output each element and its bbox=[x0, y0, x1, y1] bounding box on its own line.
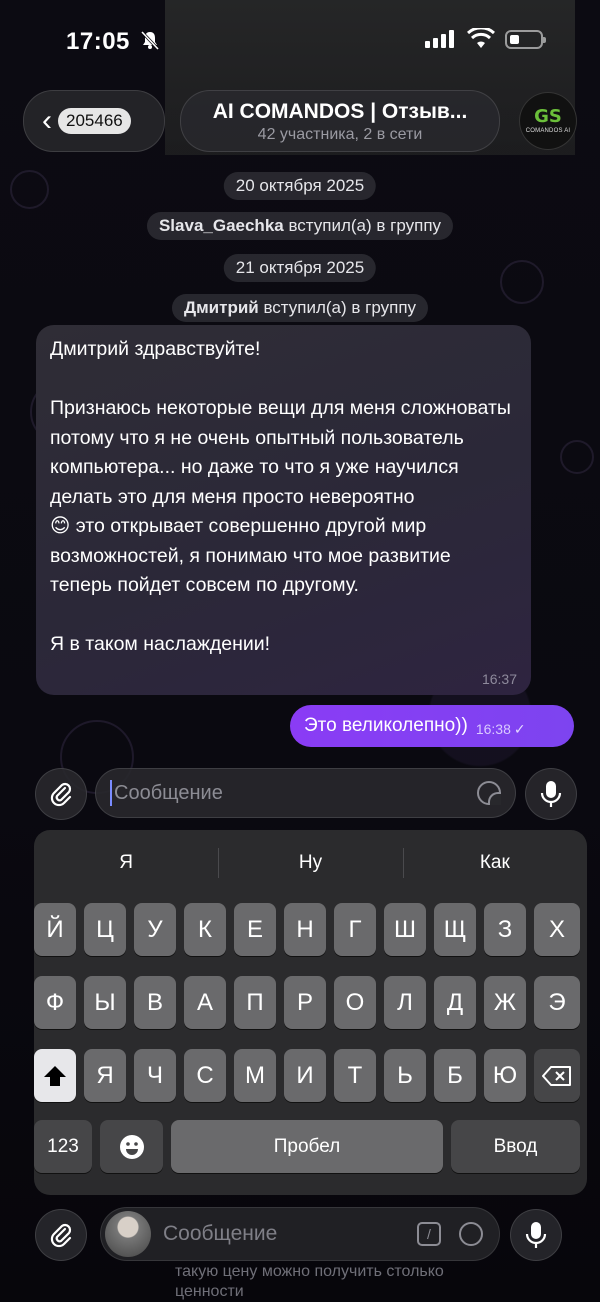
group-avatar[interactable]: GS COMANDOS AI bbox=[519, 92, 577, 150]
background-message-input: Сообщение / bbox=[100, 1207, 500, 1261]
key[interactable]: Т bbox=[334, 1049, 376, 1102]
key[interactable]: Ж bbox=[484, 976, 526, 1029]
key[interactable]: З bbox=[484, 903, 526, 956]
incoming-message-text: Дмитрий здравствуйте! Признаюсь некоторы… bbox=[50, 338, 511, 655]
suggestion[interactable]: Как bbox=[402, 830, 587, 896]
key[interactable]: Г bbox=[334, 903, 376, 956]
chat-title: AI COMANDOS | Отзыв... bbox=[212, 100, 468, 123]
date-separator: 21 октября 2025 bbox=[223, 254, 377, 282]
message-time: 16:37 bbox=[481, 671, 517, 687]
key[interactable]: О bbox=[334, 976, 376, 1029]
commands-icon: / bbox=[417, 1222, 441, 1246]
message-time: 16:38 bbox=[475, 721, 511, 737]
sticker-icon[interactable] bbox=[477, 781, 501, 805]
suggestion[interactable]: Ну bbox=[218, 830, 402, 896]
space-key[interactable]: Пробел bbox=[171, 1120, 443, 1173]
emoji-icon bbox=[119, 1134, 144, 1159]
background-placeholder: Сообщение bbox=[163, 1222, 278, 1245]
key[interactable]: Э bbox=[534, 976, 580, 1029]
key[interactable]: Ы bbox=[84, 976, 126, 1029]
key[interactable]: Щ bbox=[434, 903, 476, 956]
message-input[interactable]: Сообщение bbox=[95, 768, 516, 818]
key[interactable]: И bbox=[284, 1049, 326, 1102]
cellular-signal-icon bbox=[425, 30, 454, 48]
status-bar: 17:05 bbox=[0, 0, 600, 80]
key[interactable]: Б bbox=[434, 1049, 476, 1102]
onscreen-keyboard: Я Ну Как Й Ц У К Е Н Г Ш Щ З Х Ф Ы В А П… bbox=[34, 830, 587, 1195]
key[interactable]: С bbox=[184, 1049, 226, 1102]
logo-text: COMANDOS AI bbox=[525, 128, 571, 134]
join-text: вступил(а) в группу bbox=[258, 298, 417, 317]
key[interactable]: Х bbox=[534, 903, 580, 956]
attach-button[interactable] bbox=[35, 768, 87, 820]
key[interactable]: К bbox=[184, 903, 226, 956]
logo-mark: GS bbox=[534, 106, 562, 127]
key[interactable]: Л bbox=[384, 976, 426, 1029]
join-text: вступил(а) в группу bbox=[283, 216, 442, 235]
chevron-left-icon: ‹ bbox=[42, 104, 52, 137]
key[interactable]: У bbox=[134, 903, 176, 956]
silent-bell-icon bbox=[140, 30, 160, 50]
join-notice: Slava_Gaechka вступил(а) в группу bbox=[146, 212, 454, 240]
battery-icon bbox=[505, 30, 546, 49]
key[interactable]: Я bbox=[84, 1049, 126, 1102]
key[interactable]: Ц bbox=[84, 903, 126, 956]
key[interactable]: Ф bbox=[34, 976, 76, 1029]
key[interactable]: Й bbox=[34, 903, 76, 956]
back-button[interactable]: ‹ 205466 bbox=[23, 90, 165, 152]
backspace-icon bbox=[542, 1065, 571, 1086]
paperclip-icon bbox=[50, 1223, 72, 1248]
suggestion-bar: Я Ну Как bbox=[34, 830, 587, 896]
unread-count-badge: 205466 bbox=[58, 108, 131, 134]
shift-key[interactable] bbox=[34, 1049, 76, 1102]
incoming-message-bubble[interactable]: Дмитрий здравствуйте! Признаюсь некоторы… bbox=[36, 325, 531, 695]
key[interactable]: В bbox=[134, 976, 176, 1029]
background-attach-button bbox=[35, 1209, 87, 1261]
emoji-key[interactable] bbox=[100, 1120, 163, 1173]
chat-subtitle: 42 участника, 2 в сети bbox=[257, 126, 423, 143]
join-user-name[interactable]: Slava_Gaechka bbox=[159, 216, 284, 235]
key[interactable]: Д bbox=[434, 976, 476, 1029]
key[interactable]: Е bbox=[234, 903, 276, 956]
key[interactable]: Ш bbox=[384, 903, 426, 956]
chat-header[interactable]: AI COMANDOS | Отзыв... 42 участника, 2 в… bbox=[180, 90, 500, 152]
user-avatar bbox=[105, 1211, 151, 1257]
outgoing-message-text: Это великолепно)) bbox=[304, 715, 468, 736]
background-message-text: такую цену можно получить столько ценнос… bbox=[175, 1262, 444, 1302]
key[interactable]: Р bbox=[284, 976, 326, 1029]
read-check-icon: ✓ bbox=[513, 720, 526, 737]
shift-arrow-icon bbox=[44, 1065, 66, 1086]
key[interactable]: А bbox=[184, 976, 226, 1029]
microphone-icon bbox=[525, 1222, 547, 1248]
key[interactable]: М bbox=[234, 1049, 276, 1102]
microphone-icon bbox=[540, 781, 562, 807]
key[interactable]: Ю bbox=[484, 1049, 526, 1102]
key[interactable]: П bbox=[234, 976, 276, 1029]
date-separator: 20 октября 2025 bbox=[223, 172, 377, 200]
text-cursor bbox=[110, 780, 112, 806]
background-text-line: ценности bbox=[175, 1283, 244, 1300]
backspace-key[interactable] bbox=[534, 1049, 580, 1102]
status-time: 17:05 bbox=[66, 28, 130, 55]
suggestion[interactable]: Я bbox=[34, 830, 218, 896]
numbers-key[interactable]: 123 bbox=[34, 1120, 92, 1173]
join-user-name[interactable]: Дмитрий bbox=[184, 298, 259, 317]
paperclip-icon bbox=[50, 782, 72, 807]
wifi-icon bbox=[467, 28, 495, 48]
join-notice: Дмитрий вступил(а) в группу bbox=[171, 294, 429, 322]
key[interactable]: Ч bbox=[134, 1049, 176, 1102]
key[interactable]: Ь bbox=[384, 1049, 426, 1102]
sticker-icon bbox=[459, 1222, 483, 1246]
background-voice-button bbox=[510, 1209, 562, 1261]
key[interactable]: Н bbox=[284, 903, 326, 956]
background-text-line: такую цену можно получить столько bbox=[175, 1263, 444, 1280]
voice-button[interactable] bbox=[525, 768, 577, 820]
enter-key[interactable]: Ввод bbox=[451, 1120, 580, 1173]
outgoing-message-bubble[interactable]: Это великолепно)) 16:38 ✓ bbox=[290, 705, 574, 747]
message-placeholder: Сообщение bbox=[114, 781, 223, 804]
